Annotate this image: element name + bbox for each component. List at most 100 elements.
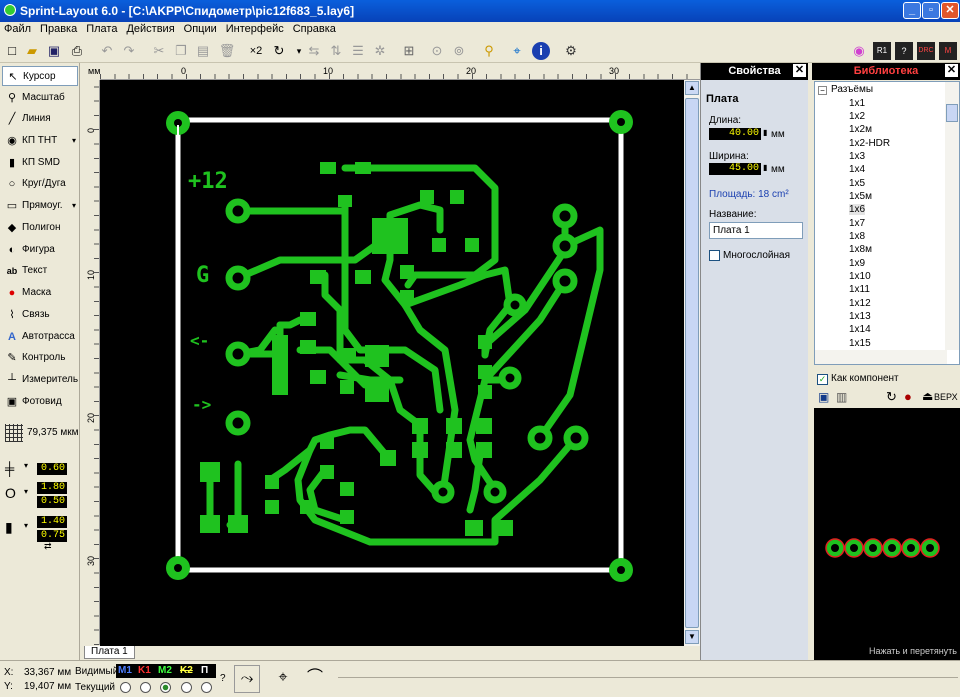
pcb-canvas[interactable]: +12 G <- -> [100,80,684,646]
library-item[interactable]: 1x7 [849,218,865,229]
mirror-h-icon[interactable]: ⇆ [305,42,323,60]
close-icon[interactable]: ✕ [793,64,806,77]
crosshair-icon[interactable]: ⌖ [270,665,296,693]
drc-icon[interactable]: DRC [917,42,935,60]
tool-photoview[interactable]: ▣ Фотовид [2,392,78,412]
pad-outer-field[interactable]: 1.80 [37,482,67,494]
tool-polygon[interactable]: ◆ Полигон [2,218,78,238]
macro-icon[interactable]: M [939,42,957,60]
chevron-down-icon[interactable]: ▾ [24,521,28,530]
tool-mask[interactable]: ● Маска [2,283,78,303]
chevron-down-icon[interactable]: ▾ [24,461,28,470]
link-icon[interactable]: ⌒ [302,665,328,693]
menu-help[interactable]: Справка [289,22,341,35]
unlock-icon[interactable]: ⊚ [450,42,468,60]
lock-icon[interactable]: ⊙ [428,42,446,60]
menu-interface[interactable]: Интерфейс [222,22,289,35]
search-icon[interactable]: ⚲ [480,42,498,60]
mirror-v-icon[interactable]: ⇅ [327,42,345,60]
multilayer-checkbox[interactable] [709,250,720,261]
tool-text[interactable]: ab Текст [2,261,78,281]
tab-board-1[interactable]: Плата 1 [84,646,135,659]
spin-icon[interactable]: ▮ [763,128,767,137]
open-file-icon[interactable]: ▰ [23,42,41,60]
tool-circle[interactable]: ○ Круг/Дуга [2,174,78,194]
layer-silk-radio[interactable] [201,682,212,693]
tool-connection[interactable]: ⌇ Связь [2,305,78,325]
menu-edit[interactable]: Правка [36,22,82,35]
tool-smd-pad[interactable]: ▮ КП SMD [2,153,78,173]
tool-line[interactable]: ╱ Линия [2,109,78,129]
library-item[interactable]: 1x3 [849,151,865,162]
library-item[interactable]: 1x4 [849,164,865,175]
rotate-icon[interactable]: ↻ [886,389,897,405]
library-item[interactable]: 1x12 [849,298,871,309]
layer-m2-toggle[interactable]: M2 [158,665,172,676]
close-button[interactable]: ✕ [941,2,959,19]
save-icon[interactable]: ▣ [45,42,63,60]
library-tree[interactable]: − Разъёмы 1x1 1x2 1x2м 1x2-HDR 1x3 1x4 1… [814,81,960,365]
layer-k2-toggle[interactable]: K2 [180,665,193,676]
library-item[interactable]: 1x1 [849,98,865,109]
layer-m1-radio[interactable] [120,682,131,693]
print-icon[interactable]: ⎙ [68,42,86,60]
save-icon[interactable]: ▣ [818,390,829,404]
tool-cursor[interactable]: ↖ Курсор [2,66,78,86]
info-icon[interactable]: i [532,42,550,60]
menu-actions[interactable]: Действия [122,22,179,35]
rotate-icon[interactable]: ↻ [270,42,288,60]
library-item[interactable]: 1x13 [849,311,871,322]
snap-icon[interactable]: ⌖ [508,42,526,60]
library-item[interactable]: 1x8 [849,231,865,242]
smd-height-field[interactable]: 0.75 [37,530,67,542]
width-field[interactable]: 45.00 [709,163,761,175]
name-field[interactable]: Плата 1 [709,222,803,239]
layer-silk-toggle[interactable]: П [201,665,208,676]
paste-icon[interactable]: ▤ [194,42,212,60]
library-item[interactable]: 1x15 [849,338,871,349]
library-item-selected[interactable]: 1x6 [849,204,866,215]
library-item[interactable]: 1x10 [849,271,871,282]
align-icon[interactable]: ☰ [349,42,367,60]
smd-width-field[interactable]: 1.40 [37,516,67,528]
library-item[interactable]: 1x2 [849,111,865,122]
library-preview[interactable]: Нажать и перетянуть [814,408,960,660]
scroll-down-arrow[interactable]: ▼ [685,630,699,644]
library-item[interactable]: 1x2м [849,124,872,135]
tool-zoom[interactable]: ⚲ Масштаб [2,88,78,108]
scroll-up-arrow[interactable]: ▲ [685,81,699,95]
group-icon[interactable]: ✲ [371,42,389,60]
tool-figure[interactable]: ◐ Фигура [2,240,78,260]
library-item[interactable]: 1x2-HDR [849,138,890,149]
menu-board[interactable]: Плата [82,22,122,35]
grid-selector[interactable]: 79,375 мкм [2,423,79,443]
spin-icon[interactable]: ▮ [763,163,767,172]
chevron-down-icon[interactable]: ▾ [72,196,76,216]
library-item[interactable]: 1x9 [849,258,865,269]
tool-tht-pad[interactable]: ◉ КП THT ▾ [2,131,78,151]
r1-icon[interactable]: R1 [873,42,891,60]
menu-options[interactable]: Опции [180,22,222,35]
cut-icon[interactable]: ✂ [150,42,168,60]
minimize-button[interactable]: _ [903,2,921,19]
undo-icon[interactable]: ↶ [98,42,116,60]
length-field[interactable]: 40.00 [709,128,761,140]
layer-k1-toggle[interactable]: K1 [138,665,151,676]
library-item[interactable]: 1x5м [849,191,872,202]
as-component-checkbox[interactable]: ✓ [817,374,828,385]
collapse-icon[interactable]: − [818,86,827,95]
tree-vscrollbar[interactable] [945,82,959,350]
help-icon[interactable]: ? [220,673,226,684]
delete-icon[interactable]: ▥ [836,390,847,404]
component-icon[interactable]: ⊞ [400,42,418,60]
layer-top-label[interactable]: ВЕРХ [934,392,958,402]
new-file-icon[interactable]: □ [3,42,21,60]
menu-file[interactable]: Файл [0,22,36,35]
track-width-field[interactable]: 0.60 [37,463,67,475]
layer-k2-radio[interactable] [181,682,192,693]
tree-hscrollbar[interactable] [815,350,947,364]
pad-inner-field[interactable]: 0.50 [37,496,67,508]
route-mode-icon[interactable]: ⤳ [234,665,260,693]
pink-circle-icon[interactable]: ◉ [850,42,868,60]
chevron-down-icon[interactable]: ▾ [24,487,28,496]
